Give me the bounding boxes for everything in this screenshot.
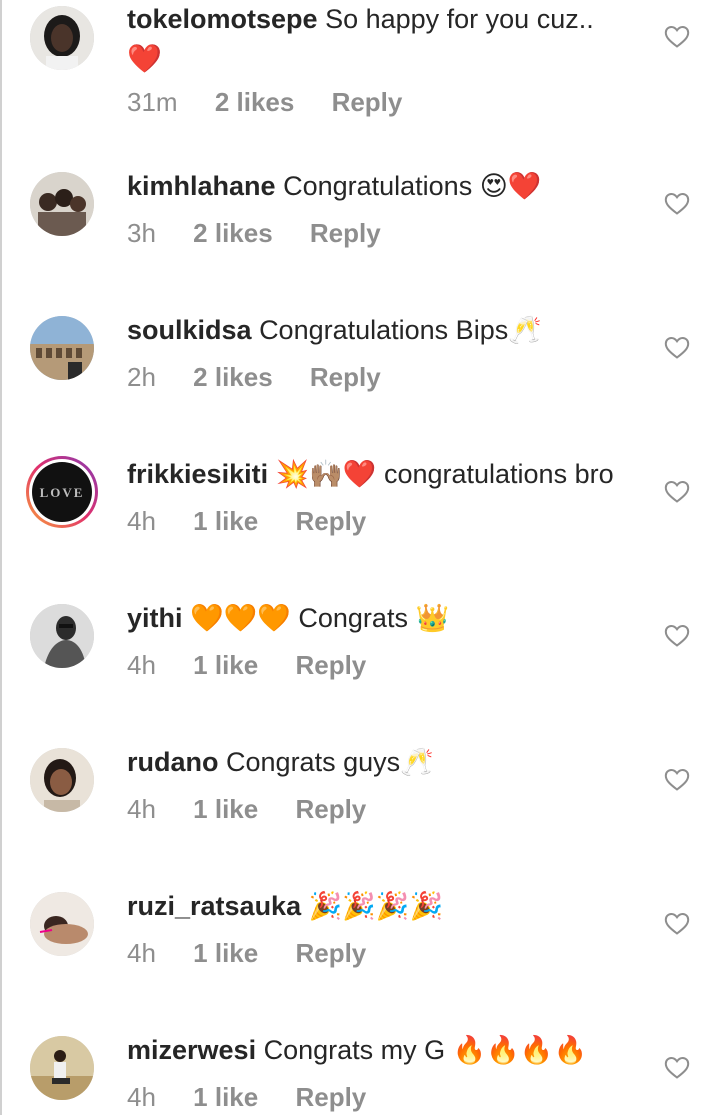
comment-text: Congrats guys🥂 (226, 747, 434, 777)
reply-button[interactable]: Reply (295, 506, 366, 536)
reply-button[interactable]: Reply (295, 1082, 366, 1112)
comment-item: rudano Congrats guys🥂 4h 1 like Reply (0, 720, 720, 860)
comment-time: 4h (127, 794, 156, 824)
avatar[interactable] (30, 892, 94, 956)
comment-item: LOVE frikkiesikiti 💥🙌🏽❤️ congratulations… (0, 432, 720, 572)
comment-username[interactable]: ruzi_ratsauka (127, 891, 301, 921)
heart-outline-icon[interactable] (664, 25, 690, 49)
comment-likes[interactable]: 1 like (193, 938, 258, 968)
comment-username[interactable]: mizerwesi (127, 1035, 256, 1065)
comment-username[interactable]: soulkidsa (127, 315, 252, 345)
avatar[interactable] (30, 1036, 94, 1100)
heart-outline-icon[interactable] (664, 768, 690, 792)
comment-time: 2h (127, 362, 156, 392)
comment-likes[interactable]: 1 like (193, 1082, 258, 1112)
comment-item: yithi 🧡🧡🧡 Congrats 👑 4h 1 like Reply (0, 576, 720, 716)
comment-item: mizerwesi Congrats my G 🔥🔥🔥🔥 4h 1 like R… (0, 1008, 720, 1115)
comment-item: soulkidsa Congratulations Bips🥂 2h 2 lik… (0, 288, 720, 428)
comment-text: Congratulations Bips🥂 (259, 315, 542, 345)
comment-username[interactable]: rudano (127, 747, 219, 777)
comment-time: 3h (127, 218, 156, 248)
avatar[interactable] (30, 316, 94, 380)
comment-likes[interactable]: 1 like (193, 506, 258, 536)
heart-outline-icon[interactable] (664, 1056, 690, 1080)
comment-text: Congrats my G 🔥🔥🔥🔥 (263, 1035, 588, 1065)
comment-item: tokelomotsepe So happy for you cuz.. ❤️ … (0, 0, 720, 140)
comment-text-continued: ❤️ (127, 43, 162, 74)
reply-button[interactable]: Reply (332, 87, 403, 117)
heart-outline-icon[interactable] (664, 480, 690, 504)
comments-screen: tokelomotsepe So happy for you cuz.. ❤️ … (0, 0, 720, 1115)
heart-outline-icon[interactable] (664, 912, 690, 936)
comment-username[interactable]: yithi (127, 603, 183, 633)
heart-outline-icon[interactable] (664, 192, 690, 216)
reply-button[interactable]: Reply (310, 218, 381, 248)
comment-text: 🧡🧡🧡 Congrats 👑 (190, 603, 450, 633)
comment-text: 🎉🎉🎉🎉 (308, 891, 444, 921)
avatar[interactable] (30, 748, 94, 812)
comment-time: 31m (127, 87, 178, 117)
comment-time: 4h (127, 506, 156, 536)
comment-username[interactable]: frikkiesikiti (127, 459, 268, 489)
comment-text: 💥🙌🏽❤️ congratulations bro (275, 459, 614, 489)
comment-likes[interactable]: 2 likes (215, 87, 295, 117)
comment-time: 4h (127, 938, 156, 968)
comment-username[interactable]: tokelomotsepe (127, 4, 318, 34)
heart-outline-icon[interactable] (664, 624, 690, 648)
comment-likes[interactable]: 2 likes (193, 362, 273, 392)
comment-username[interactable]: kimhlahane (127, 171, 276, 201)
reply-button[interactable]: Reply (310, 362, 381, 392)
avatar[interactable] (30, 604, 94, 668)
comment-likes[interactable]: 2 likes (193, 218, 273, 248)
avatar[interactable] (30, 6, 94, 70)
avatar: LOVE (32, 462, 92, 522)
comment-text: So happy for you cuz.. (325, 4, 594, 34)
comment-item: ruzi_ratsauka 🎉🎉🎉🎉 4h 1 like Reply (0, 864, 720, 1004)
heart-outline-icon[interactable] (664, 336, 690, 360)
comment-text: Congratulations 😍❤️ (283, 171, 542, 201)
comment-item: kimhlahane Congratulations 😍❤️ 3h 2 like… (0, 144, 720, 284)
reply-button[interactable]: Reply (295, 650, 366, 680)
comment-likes[interactable]: 1 like (193, 794, 258, 824)
reply-button[interactable]: Reply (295, 794, 366, 824)
reply-button[interactable]: Reply (295, 938, 366, 968)
avatar-story-ring[interactable]: LOVE (26, 456, 98, 528)
avatar[interactable] (30, 172, 94, 236)
comment-likes[interactable]: 1 like (193, 650, 258, 680)
comment-time: 4h (127, 1082, 156, 1112)
comment-time: 4h (127, 650, 156, 680)
avatar-text: LOVE (40, 485, 85, 500)
